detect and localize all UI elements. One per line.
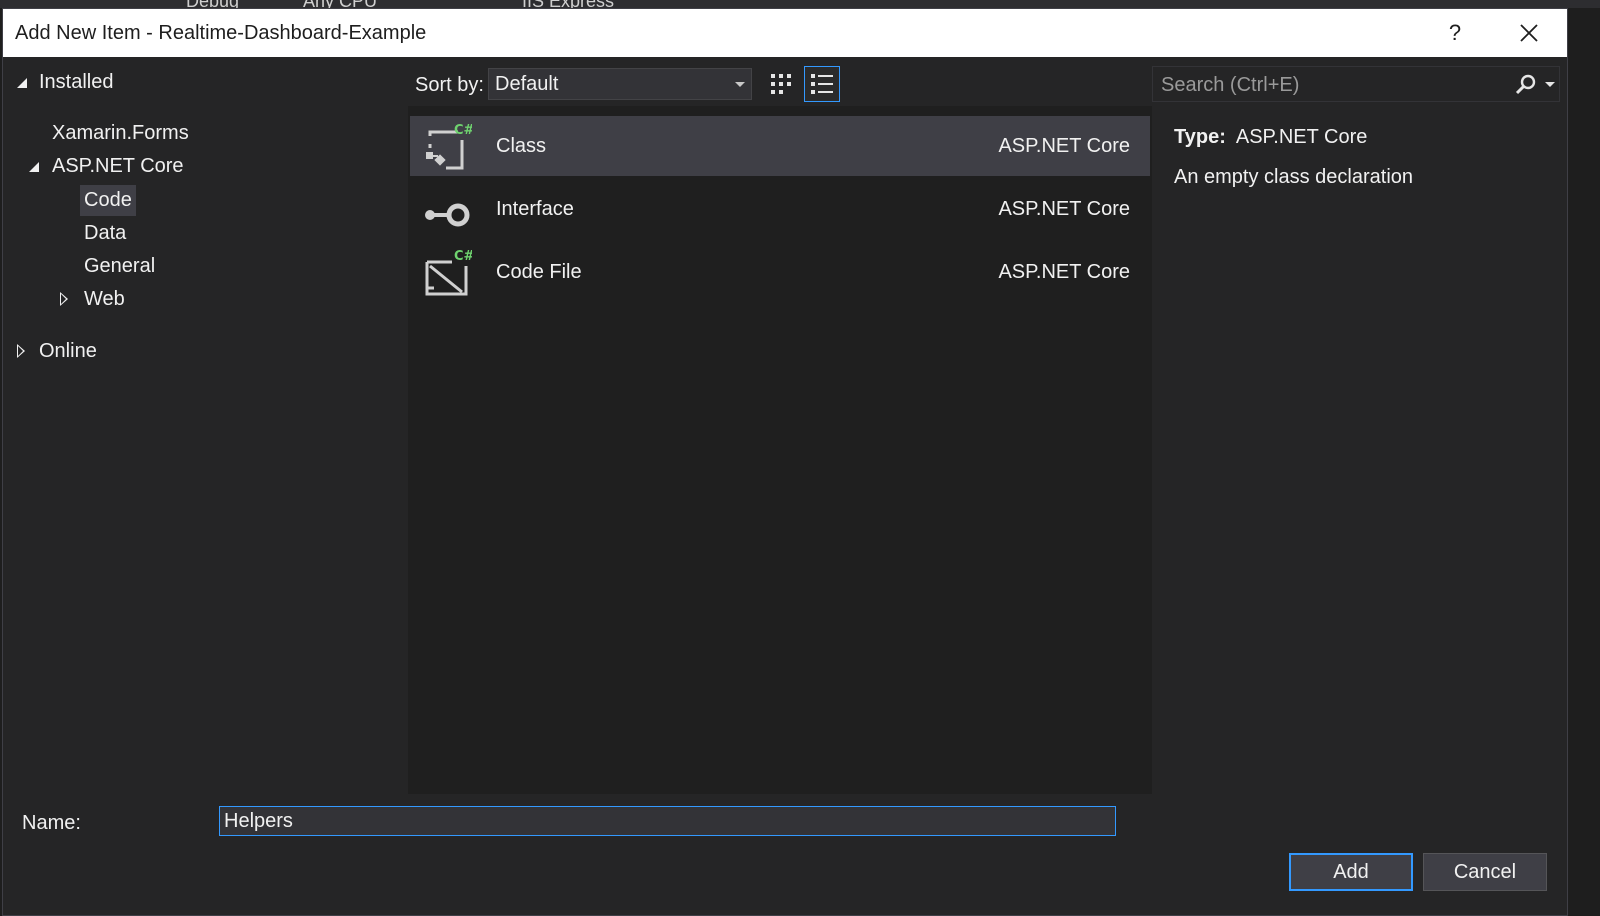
sort-by-dropdown[interactable]: Default	[488, 68, 752, 100]
dialog-titlebar: Add New Item - Realtime-Dashboard-Exampl…	[3, 9, 1567, 57]
tree-item-general[interactable]: General	[84, 250, 155, 282]
tree-item-web[interactable]: Web	[59, 283, 125, 315]
tree-item-aspnet-core[interactable]: ASP.NET Core	[28, 150, 184, 182]
dialog-title: Add New Item - Realtime-Dashboard-Exampl…	[15, 22, 427, 44]
search-input[interactable]	[1153, 67, 1503, 103]
ide-run-label: IIS Express	[522, 0, 614, 8]
small-icons-view-icon	[771, 74, 791, 94]
ide-config-label: Debug	[186, 0, 239, 8]
tree-item-installed[interactable]: Installed	[14, 66, 114, 98]
close-icon	[1520, 24, 1538, 42]
tree-item-data[interactable]: Data	[84, 217, 126, 249]
tree-item-label: Data	[84, 221, 127, 244]
ide-toolbar-strip: Debug Any CPU IIS Express	[0, 0, 1600, 8]
svg-text:C#: C#	[454, 123, 472, 138]
list-view-icon	[811, 74, 833, 94]
chevron-down-icon[interactable]	[1545, 82, 1555, 87]
type-label: Type:	[1174, 126, 1226, 148]
tree-item-xamarin-forms[interactable]: Xamarin.Forms	[52, 117, 189, 149]
expanded-arrow-icon[interactable]	[29, 162, 39, 172]
sort-by-value: Default	[495, 73, 559, 95]
ide-platform-label: Any CPU	[303, 0, 377, 8]
csharp-code-file-icon: C#	[425, 249, 472, 296]
template-type: ASP.NET Core	[998, 197, 1130, 220]
tree-item-label: Code	[80, 184, 136, 216]
name-label: Name:	[22, 812, 81, 834]
svg-text:C#: C#	[454, 249, 472, 264]
tree-item-online[interactable]: Online	[16, 335, 97, 367]
help-button[interactable]: ?	[1435, 17, 1475, 49]
template-item-code-file[interactable]: C# Code File ASP.NET Core	[410, 242, 1150, 302]
small-icons-view-button[interactable]	[763, 66, 799, 102]
template-item-interface[interactable]: Interface ASP.NET Core	[410, 179, 1150, 239]
template-description: An empty class declaration	[1174, 166, 1414, 188]
search-icon[interactable]	[1515, 74, 1537, 96]
csharp-class-icon: C#	[426, 123, 472, 170]
collapsed-arrow-icon[interactable]	[17, 344, 25, 358]
tree-item-label: Web	[84, 287, 125, 310]
template-type: ASP.NET Core	[998, 134, 1130, 157]
collapsed-arrow-icon[interactable]	[60, 292, 68, 306]
tree-item-label: Installed	[39, 70, 114, 93]
template-name: Code File	[496, 260, 582, 283]
add-button[interactable]: Add	[1289, 853, 1413, 891]
tree-item-label: Xamarin.Forms	[52, 121, 189, 144]
close-button[interactable]	[1509, 17, 1549, 49]
sort-by-label: Sort by:	[415, 74, 484, 96]
tree-item-code[interactable]: Code	[80, 184, 136, 216]
template-item-class[interactable]: C# Class ASP.NET Core	[410, 116, 1150, 176]
tree-item-label: ASP.NET Core	[52, 154, 184, 177]
template-type-detail: Type: ASP.NET Core	[1174, 126, 1367, 149]
template-type: ASP.NET Core	[998, 260, 1130, 283]
search-box[interactable]	[1152, 66, 1560, 103]
tree-item-label: General	[84, 254, 156, 277]
expanded-arrow-icon[interactable]	[17, 78, 27, 88]
type-value: ASP.NET Core	[1235, 126, 1368, 148]
cancel-button[interactable]: Cancel	[1423, 853, 1547, 891]
name-input[interactable]	[219, 806, 1116, 836]
interface-icon	[425, 203, 470, 227]
template-name: Class	[496, 134, 547, 157]
chevron-down-icon	[735, 82, 745, 87]
tree-item-label: Online	[39, 339, 97, 362]
template-name: Interface	[496, 197, 574, 220]
list-view-button[interactable]	[804, 66, 840, 102]
